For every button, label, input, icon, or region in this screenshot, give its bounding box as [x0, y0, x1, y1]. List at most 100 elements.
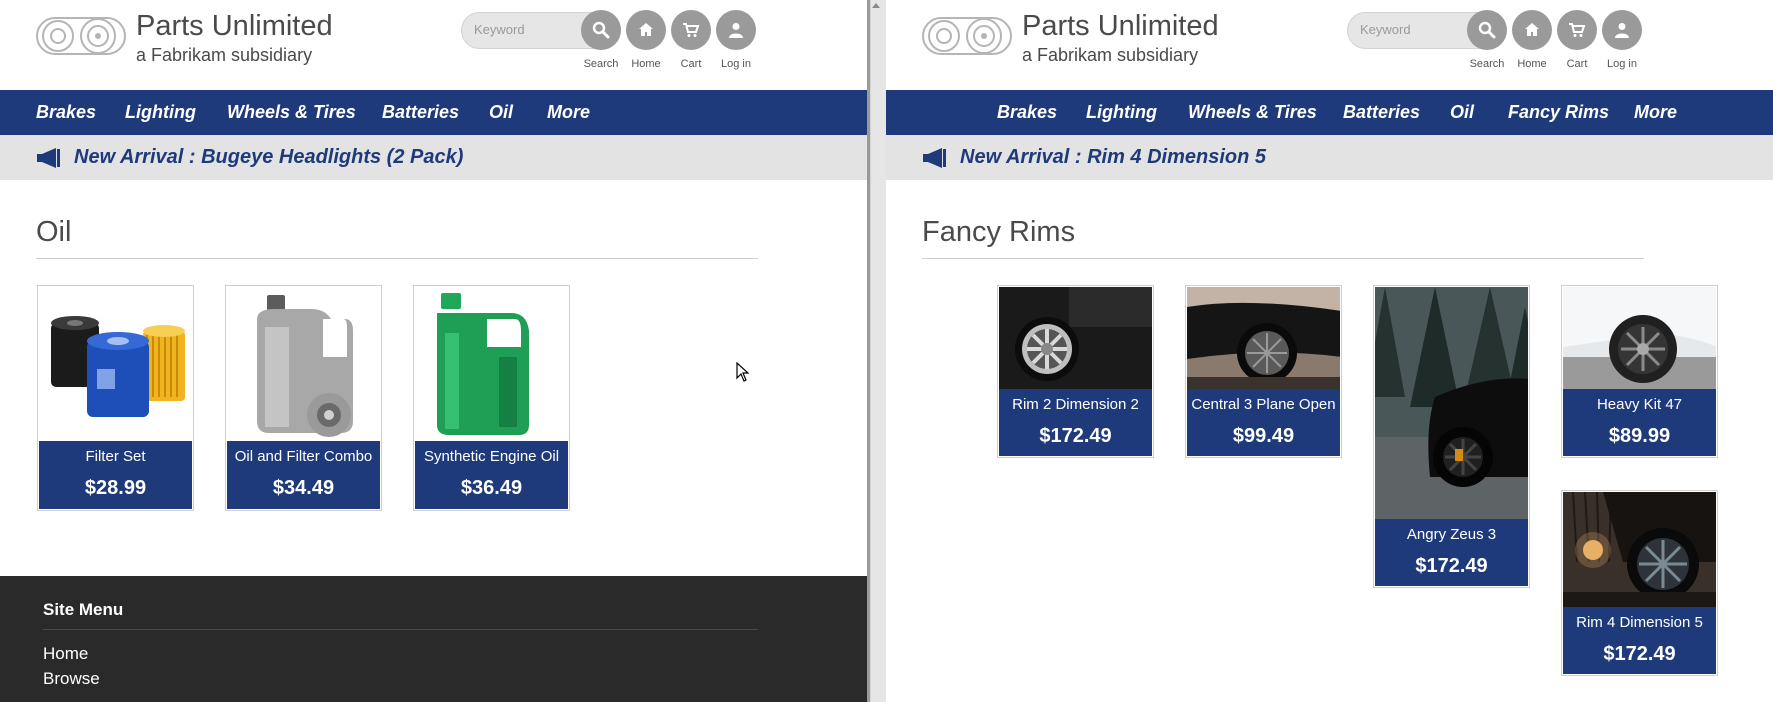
product-name[interactable]: Heavy Kit 47	[1563, 396, 1716, 413]
category-nav: Brakes Lighting Wheels & Tires Batteries…	[0, 90, 867, 135]
nav-item-more[interactable]: More	[547, 102, 590, 123]
product-card[interactable]: Oil and Filter Combo $34.49	[225, 285, 382, 511]
product-name[interactable]: Synthetic Engine Oil	[415, 448, 568, 465]
cart-icon	[683, 23, 700, 37]
nav-item-wheels-tires[interactable]: Wheels & Tires	[1188, 102, 1317, 123]
title-divider	[36, 258, 758, 259]
footer-title: Site Menu	[43, 600, 124, 619]
cart-button[interactable]	[1557, 10, 1597, 50]
car-in-forest-photo	[1375, 287, 1528, 519]
product-card[interactable]: Rim 4 Dimension 5 $172.49	[1561, 490, 1718, 676]
search-input[interactable]	[1360, 22, 1460, 37]
announcement-bar: New Arrival : Bugeye Headlights (2 Pack)	[0, 135, 867, 180]
product-name[interactable]: Oil and Filter Combo	[227, 448, 380, 465]
login-button[interactable]	[716, 10, 756, 50]
product-price: $89.99	[1608, 425, 1671, 447]
oil-jug-image	[227, 287, 380, 441]
product-price: $172.49	[1603, 643, 1676, 665]
site-header: Parts Unlimited a Fabrikam subsidiary Se…	[0, 0, 867, 90]
announcement-link[interactable]: New Arrival : Bugeye Headlights (2 Pack)	[74, 146, 463, 169]
product-info: Angry Zeus 3 $172.49	[1375, 519, 1528, 586]
nav-item-batteries[interactable]: Batteries	[382, 102, 459, 123]
nav-item-batteries[interactable]: Batteries	[1343, 102, 1420, 123]
product-price: $34.49	[272, 477, 335, 499]
home-button[interactable]	[626, 10, 666, 50]
search-button[interactable]	[581, 10, 621, 50]
right-browser-pane: Parts Unlimited a Fabrikam subsidiary Se…	[886, 0, 1773, 702]
login-button[interactable]	[1602, 10, 1642, 50]
product-price: $28.99	[84, 477, 147, 499]
product-info: Rim 4 Dimension 5 $172.49	[1563, 607, 1716, 674]
nav-item-wheels-tires[interactable]: Wheels & Tires	[227, 102, 356, 123]
nav-item-brakes[interactable]: Brakes	[36, 102, 96, 123]
green-oil-can-image	[415, 287, 568, 441]
product-card[interactable]: Heavy Kit 47 $89.99	[1561, 285, 1718, 458]
white-car-rim-photo	[1563, 287, 1716, 389]
home-icon	[639, 23, 653, 36]
login-label: Log in	[1607, 58, 1637, 70]
product-card[interactable]: Central 3 Plane Open $99.49	[1185, 285, 1342, 458]
login-label: Log in	[721, 58, 751, 70]
mouse-cursor-icon	[736, 362, 750, 382]
site-footer: Site Menu Home Browse	[0, 576, 867, 702]
product-name[interactable]: Filter Set	[39, 448, 192, 465]
scrollbar-track[interactable]	[870, 0, 886, 702]
user-icon	[1615, 23, 1629, 38]
rim-at-dusk-photo	[1563, 492, 1716, 607]
nav-item-more[interactable]: More	[1634, 102, 1677, 123]
megaphone-icon	[37, 148, 60, 168]
announcement-bar: New Arrival : Rim 4 Dimension 5	[886, 135, 1773, 180]
product-card[interactable]: Synthetic Engine Oil $36.49	[413, 285, 570, 511]
rim-photo	[1187, 287, 1340, 389]
title-divider	[922, 258, 1644, 259]
announcement-link[interactable]: New Arrival : Rim 4 Dimension 5	[960, 146, 1266, 169]
search-icon	[592, 21, 610, 39]
product-info: Filter Set $28.99	[39, 441, 192, 509]
brand-subtitle: a Fabrikam subsidiary	[1022, 45, 1199, 65]
nav-item-oil[interactable]: Oil	[1450, 102, 1474, 123]
site-header: Parts Unlimited a Fabrikam subsidiary Se…	[886, 0, 1773, 90]
nav-item-lighting[interactable]: Lighting	[125, 102, 196, 123]
product-name[interactable]: Rim 4 Dimension 5	[1563, 614, 1716, 631]
brand-title[interactable]: Parts Unlimited	[1022, 10, 1219, 43]
megaphone-icon	[923, 148, 946, 168]
logo-icon[interactable]	[36, 14, 126, 58]
category-nav: Brakes Lighting Wheels & Tires Batteries…	[886, 90, 1773, 135]
product-name[interactable]: Angry Zeus 3	[1375, 526, 1528, 543]
search-button[interactable]	[1467, 10, 1507, 50]
rim-photo	[999, 287, 1152, 389]
page-title: Oil	[36, 216, 72, 248]
product-info: Oil and Filter Combo $34.49	[227, 441, 380, 509]
product-card[interactable]: Rim 2 Dimension 2 $172.49	[997, 285, 1154, 458]
product-name[interactable]: Central 3 Plane Open	[1187, 396, 1340, 413]
user-icon	[729, 23, 743, 38]
logo-icon[interactable]	[922, 14, 1012, 58]
brand-subtitle: a Fabrikam subsidiary	[136, 45, 313, 65]
home-icon	[1525, 23, 1539, 36]
product-card[interactable]: Filter Set $28.99	[37, 285, 194, 511]
footer-link-home[interactable]: Home	[43, 644, 88, 664]
scroll-up-icon[interactable]	[872, 3, 880, 8]
oil-filters-image	[39, 287, 192, 441]
product-info: Central 3 Plane Open $99.49	[1187, 389, 1340, 456]
product-price: $99.49	[1232, 425, 1295, 447]
cart-icon	[1569, 23, 1586, 37]
nav-item-lighting[interactable]: Lighting	[1086, 102, 1157, 123]
footer-divider	[43, 629, 758, 630]
cart-button[interactable]	[671, 10, 711, 50]
page-title: Fancy Rims	[922, 216, 1076, 248]
nav-item-fancy-rims[interactable]: Fancy Rims	[1508, 102, 1609, 123]
pane-divider[interactable]	[867, 0, 886, 702]
search-input[interactable]	[474, 22, 574, 37]
product-price: $36.49	[460, 477, 523, 499]
search-icon	[1478, 21, 1496, 39]
footer-link-browse[interactable]: Browse	[43, 669, 100, 689]
product-price: $172.49	[1039, 425, 1112, 447]
nav-item-brakes[interactable]: Brakes	[997, 102, 1057, 123]
product-name[interactable]: Rim 2 Dimension 2	[999, 396, 1152, 413]
brand-title[interactable]: Parts Unlimited	[136, 10, 333, 43]
product-card[interactable]: Angry Zeus 3 $172.49	[1373, 285, 1530, 588]
nav-item-oil[interactable]: Oil	[489, 102, 513, 123]
product-price: $172.49	[1415, 555, 1488, 577]
home-button[interactable]	[1512, 10, 1552, 50]
